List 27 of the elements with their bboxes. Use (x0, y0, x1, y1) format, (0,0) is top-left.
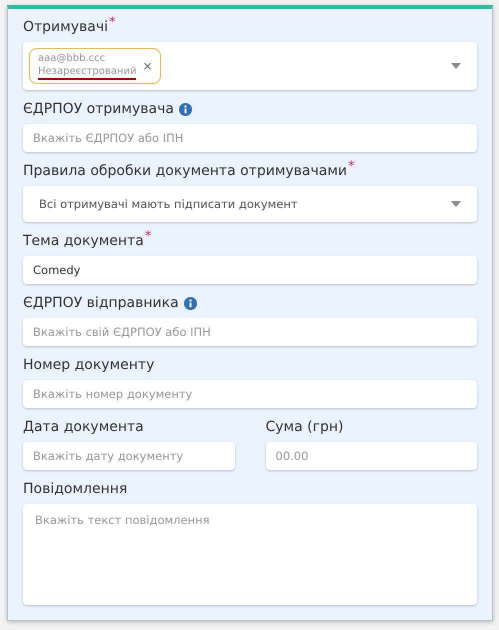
input-field[interactable]: Вкажіть ЄДРПОУ або ІПН (23, 124, 477, 152)
field-label: Номер документу (23, 356, 154, 375)
info-icon[interactable] (178, 103, 192, 116)
message-field[interactable]: Вкажіть текст повідомлення (23, 504, 477, 605)
field-label: Тема документа (23, 232, 144, 251)
remove-button[interactable]: × (142, 59, 153, 73)
input-field[interactable]: 00.00 (266, 442, 477, 470)
recipient-email: aaa@bbb.ccc (38, 52, 106, 66)
recipient-status: Незареєстрований (38, 66, 136, 80)
field-label: Сума (грн) (266, 418, 344, 437)
field-label: Отримувачі (23, 18, 108, 37)
rules-select[interactable]: Всі отримувачі мають підписати документ (23, 186, 477, 222)
input-field[interactable]: Вкажіть номер документу (23, 380, 477, 408)
field-label: Повідомлення (23, 480, 128, 499)
field-label: Правила обробки документа отримувачами (23, 162, 348, 181)
field-label: Дата документа (23, 418, 144, 437)
caret-icon (451, 201, 461, 207)
field-label: ЄДРПОУ отримувача (23, 100, 174, 119)
caret-icon (451, 63, 461, 69)
required-mark: * (109, 17, 116, 29)
required-mark: * (348, 161, 355, 173)
input-field[interactable]: Comedy (23, 256, 477, 284)
input-field[interactable]: Вкажіть дату документу (23, 442, 234, 470)
info-icon[interactable] (184, 297, 197, 310)
field-label: ЄДРПОУ відправника (23, 294, 179, 313)
input-field[interactable]: Вкажіть свій ЄДРПОУ або ІПН (23, 318, 477, 346)
required-mark: * (144, 231, 152, 243)
